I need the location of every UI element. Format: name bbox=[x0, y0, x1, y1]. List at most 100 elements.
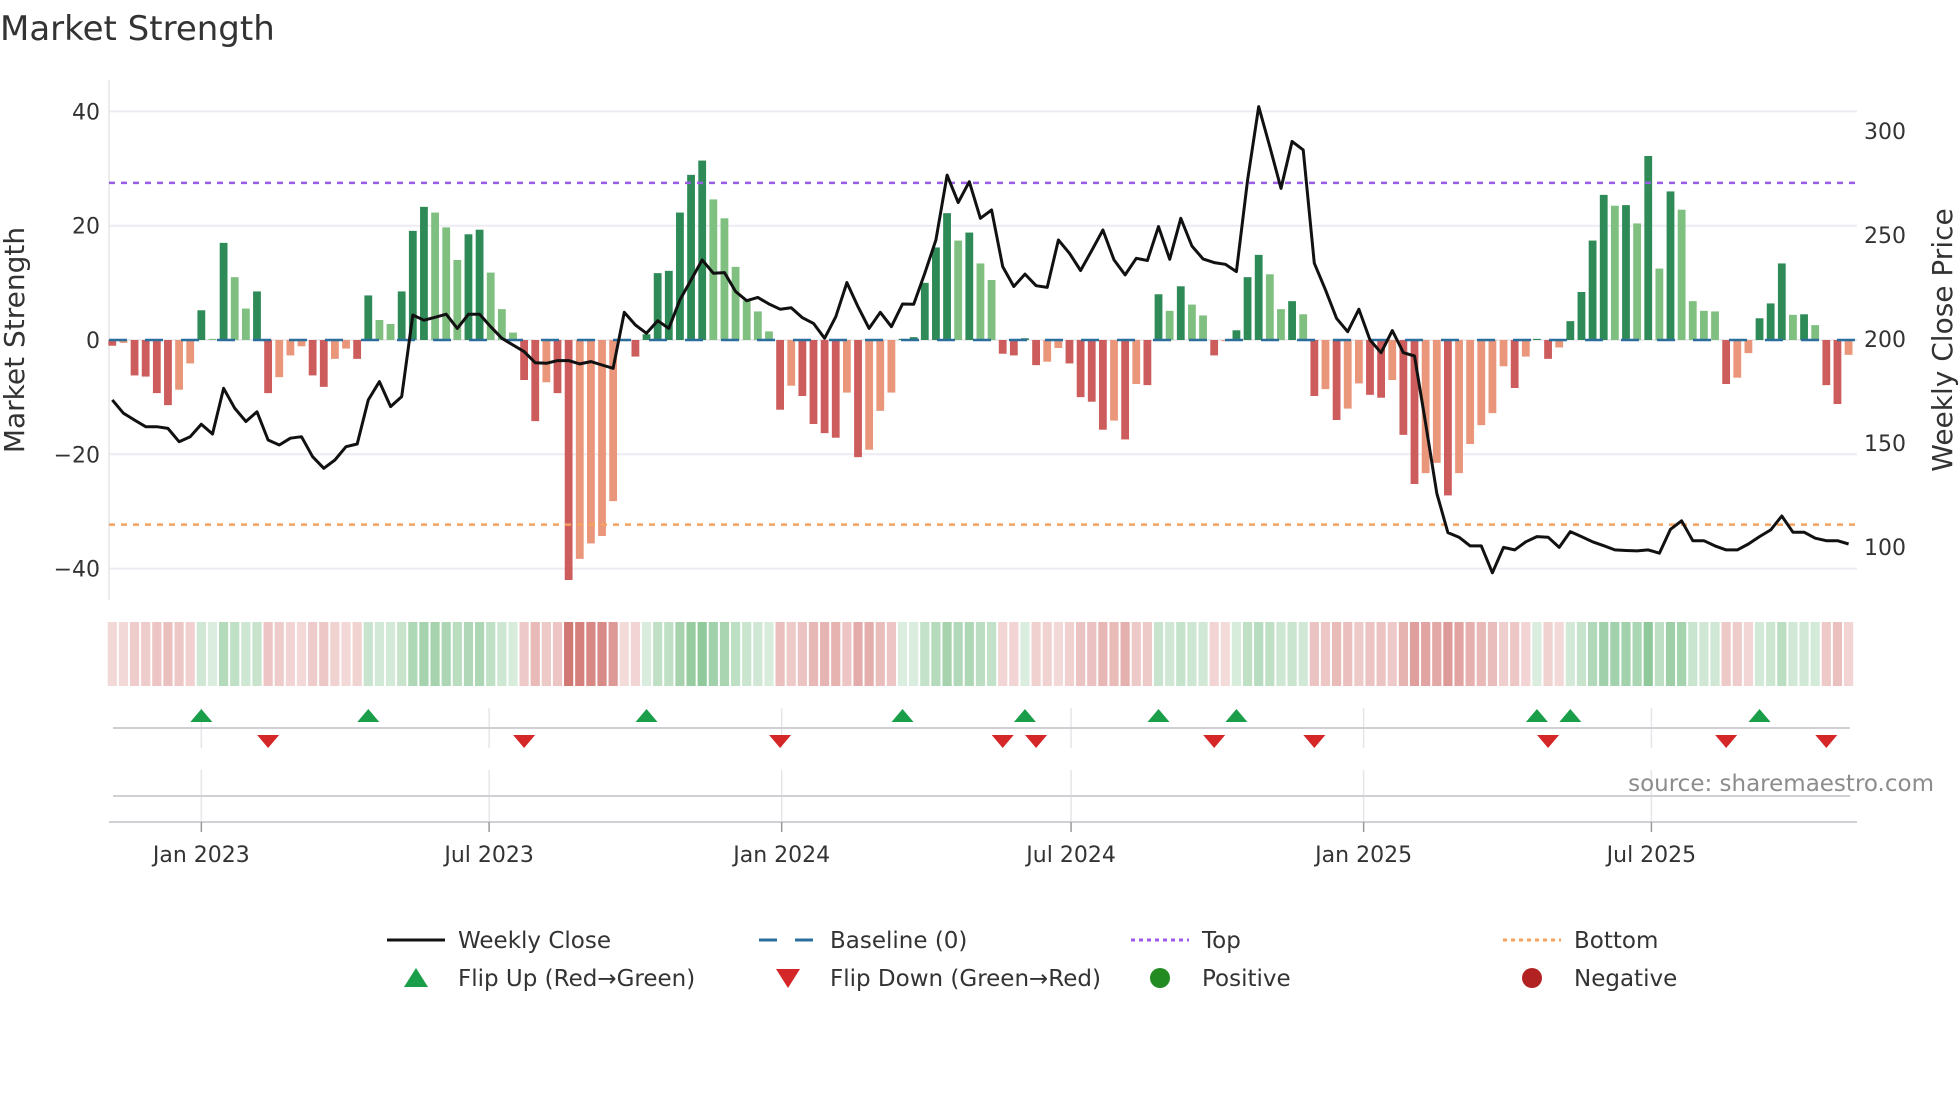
strength-bar bbox=[275, 340, 284, 378]
legend: Weekly Close Baseline (0) Top Bottom Flip Up… bbox=[387, 928, 1677, 992]
heatmap-cell bbox=[141, 622, 151, 686]
heatmap-cell bbox=[1198, 622, 1208, 686]
heatmap-cell bbox=[152, 622, 162, 686]
strength-bar bbox=[586, 340, 595, 544]
legend-label: Weekly Close bbox=[458, 928, 611, 954]
legend-label: Negative bbox=[1574, 966, 1677, 992]
strength-bar bbox=[965, 232, 974, 340]
heatmap-cell bbox=[1343, 622, 1353, 686]
heatmap-cell bbox=[664, 622, 674, 686]
strength-bar bbox=[842, 340, 851, 393]
flip-down-marker bbox=[1025, 735, 1048, 748]
strength-bar bbox=[1354, 340, 1363, 384]
strength-bar bbox=[1299, 314, 1308, 340]
heatmap-cell bbox=[1409, 622, 1420, 686]
flip-up-marker bbox=[190, 709, 213, 722]
strength-bar bbox=[1833, 340, 1842, 404]
heatmap-cell bbox=[352, 622, 362, 686]
strength-bar bbox=[1455, 340, 1463, 474]
heatmap-cell bbox=[385, 622, 396, 686]
heatmap-cell bbox=[1109, 622, 1119, 686]
x-tick-label: Jan 2024 bbox=[731, 843, 830, 868]
heatmap-cell bbox=[942, 622, 952, 686]
heatmap-cell bbox=[1454, 622, 1464, 686]
heatmap-cell bbox=[920, 622, 930, 686]
heatmap-cell bbox=[274, 622, 284, 686]
strength-bar bbox=[1599, 194, 1608, 340]
heatmap-cell bbox=[374, 622, 385, 686]
right-axis-label: Weekly Close Price bbox=[1926, 208, 1959, 471]
heatmap-cell bbox=[730, 622, 741, 686]
strength-bar bbox=[1277, 309, 1285, 340]
y-tick-label: 0 bbox=[86, 329, 100, 354]
heatmap-cell bbox=[986, 622, 997, 686]
y-tick-label: −40 bbox=[54, 558, 100, 583]
heatmap-cell bbox=[964, 622, 974, 686]
strength-bar bbox=[1566, 321, 1575, 340]
heatmap-cell bbox=[1009, 622, 1019, 686]
heatmap-cell bbox=[1242, 622, 1253, 686]
strength-bar bbox=[1232, 330, 1241, 340]
heatmap-cell bbox=[619, 622, 629, 686]
strength-bar bbox=[253, 291, 261, 340]
y-tick-label: 20 bbox=[72, 215, 100, 240]
strength-bar bbox=[1265, 274, 1274, 340]
heatmap-cell bbox=[185, 622, 195, 686]
strength-bar bbox=[1388, 340, 1397, 380]
heatmap-cell bbox=[853, 622, 863, 686]
flip-up-marker bbox=[1748, 709, 1771, 722]
strength-bar bbox=[598, 340, 606, 536]
heatmap-cell bbox=[1265, 622, 1275, 686]
strength-bar bbox=[1499, 340, 1508, 367]
heatmap-cell bbox=[1287, 622, 1297, 686]
strength-heatmap-strip bbox=[107, 622, 1854, 686]
flip-down-marker bbox=[257, 735, 280, 748]
strength-bar bbox=[230, 277, 239, 340]
heatmap-cell bbox=[408, 622, 418, 686]
heatmap-cell bbox=[975, 622, 986, 686]
strength-bar bbox=[1688, 301, 1697, 340]
heatmap-cell bbox=[897, 622, 908, 686]
heatmap-cell bbox=[1743, 622, 1754, 686]
heatmap-cell bbox=[1142, 622, 1152, 686]
heatmap-cell bbox=[1510, 622, 1520, 686]
heatmap-cell bbox=[1521, 622, 1531, 686]
flip-down-marker bbox=[1537, 735, 1560, 748]
heatmap-cell bbox=[998, 622, 1008, 686]
heatmap-cell bbox=[486, 622, 496, 686]
legend-triangle-down-icon bbox=[776, 969, 800, 988]
strength-bar bbox=[1165, 310, 1174, 340]
heatmap-cell bbox=[1443, 622, 1453, 686]
heatmap-cell bbox=[1320, 622, 1331, 686]
strength-bar bbox=[1544, 340, 1552, 359]
heatmap-cell bbox=[1498, 622, 1509, 686]
heatmap-cell bbox=[753, 622, 763, 686]
strength-bar bbox=[141, 340, 150, 377]
heatmap-cell bbox=[230, 622, 240, 686]
heatmap-cell bbox=[1699, 622, 1709, 686]
x-tick-label: Jul 2025 bbox=[1605, 843, 1697, 868]
heatmap-cell bbox=[474, 622, 485, 686]
strength-bar bbox=[1188, 304, 1196, 340]
heatmap-cell bbox=[1565, 622, 1575, 686]
strength-bar bbox=[431, 212, 439, 340]
y2-tick-label: 250 bbox=[1864, 224, 1906, 249]
strength-bar bbox=[753, 311, 762, 340]
heatmap-cell bbox=[1487, 622, 1498, 686]
reference-lines bbox=[109, 181, 1857, 526]
strength-bar bbox=[553, 340, 562, 394]
heatmap-cell bbox=[1098, 622, 1108, 686]
strength-bar bbox=[1444, 340, 1452, 496]
x-tick-label: Jan 2023 bbox=[151, 843, 250, 868]
legend-label: Top bbox=[1201, 928, 1241, 954]
heatmap-cell bbox=[697, 622, 707, 686]
heatmap-cell bbox=[1643, 622, 1653, 686]
x-tick-label: Jul 2023 bbox=[442, 843, 534, 868]
heatmap-cell bbox=[931, 622, 941, 686]
heatmap-cell bbox=[1788, 622, 1798, 686]
strength-bar bbox=[1121, 340, 1130, 440]
heatmap-cell bbox=[1421, 622, 1431, 686]
heatmap-cell bbox=[586, 622, 596, 686]
heatmap-cell bbox=[1576, 622, 1587, 686]
strength-bar bbox=[987, 280, 996, 340]
